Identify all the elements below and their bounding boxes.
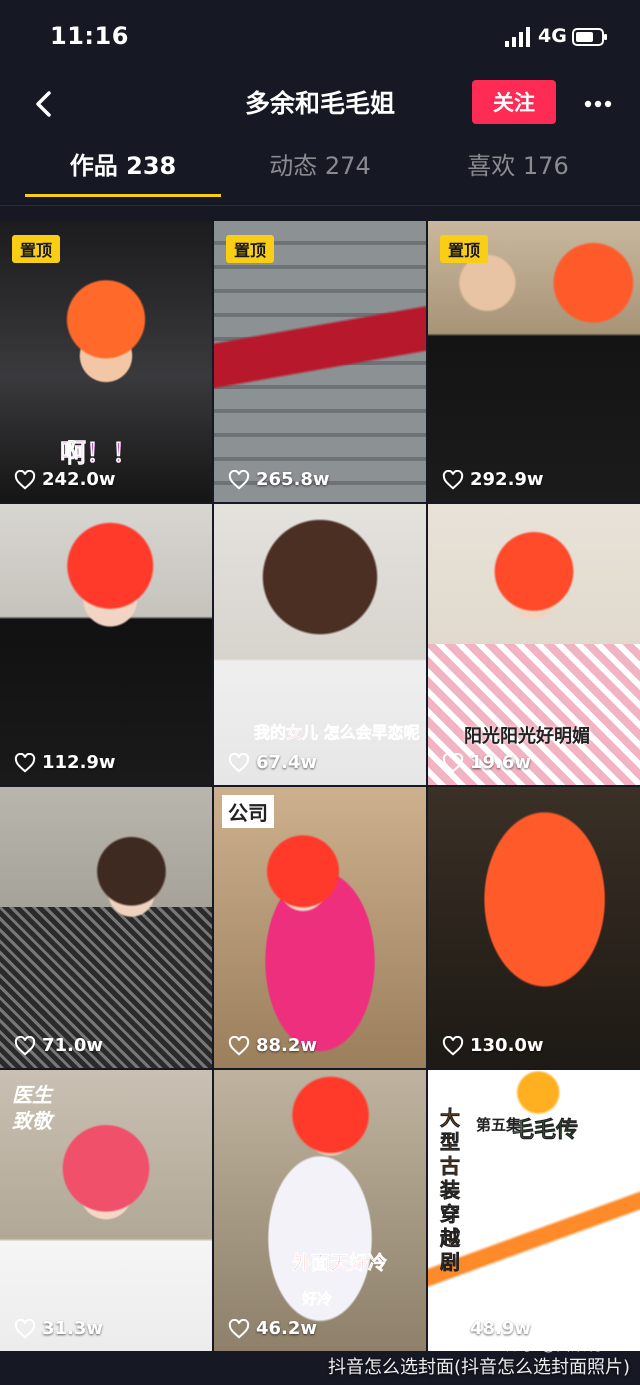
heart-icon: [228, 1035, 250, 1055]
like-count-value: 67.4w: [256, 752, 318, 773]
video-caption-secondary: 好冷: [302, 1290, 333, 1309]
thumbnail-image: [428, 221, 640, 502]
like-count: 130.0w: [442, 1035, 544, 1056]
chevron-left-icon: [36, 91, 51, 117]
heart-icon: [228, 469, 250, 489]
like-count: 242.0w: [14, 469, 116, 490]
heart-icon: [14, 469, 36, 489]
tab-indicator: [25, 194, 221, 197]
zhihu-watermark: 知乎 @酱梨说: [506, 1336, 601, 1354]
heart-icon: [14, 1035, 36, 1055]
like-count: 71.0w: [14, 1035, 103, 1056]
video-thumbnail[interactable]: 毛毛传 第五集 大型古装穿越剧 48.9w: [428, 1070, 640, 1351]
heart-icon: [442, 1318, 464, 1338]
like-count-value: 19.6w: [470, 752, 532, 773]
video-thumbnail[interactable]: 医生致敬 31.3w: [0, 1070, 212, 1351]
video-thumbnail[interactable]: 置顶 292.9w: [428, 221, 640, 502]
thumbnail-image: [428, 787, 640, 1068]
thumbnail-image: [214, 221, 426, 502]
like-count: 88.2w: [228, 1035, 317, 1056]
like-count-value: 130.0w: [470, 1035, 544, 1056]
video-thumbnail[interactable]: 置顶 啊！！ 242.0w: [0, 221, 212, 502]
video-caption: 啊！！: [60, 439, 139, 470]
heart-icon: [14, 1318, 36, 1338]
like-count: 19.6w: [442, 752, 531, 773]
follow-button[interactable]: 关注: [472, 80, 556, 124]
like-count-value: 46.2w: [256, 1318, 318, 1339]
like-count-value: 292.9w: [470, 469, 544, 490]
more-button[interactable]: [580, 84, 616, 124]
tabs-divider: [0, 205, 640, 206]
video-thumbnail[interactable]: 外面天好冷 好冷 46.2w: [214, 1070, 426, 1351]
video-caption: 我的女儿 怎么会早恋呢: [254, 723, 420, 743]
heart-icon: [442, 1035, 464, 1055]
like-count-value: 71.0w: [42, 1035, 104, 1056]
like-count: 31.3w: [14, 1318, 103, 1339]
heart-icon: [228, 752, 250, 772]
heart-icon: [442, 469, 464, 489]
status-time: 11:16: [50, 22, 129, 50]
video-caption: 外面天好冷: [292, 1252, 388, 1275]
video-caption-secondary: 第五集: [476, 1116, 522, 1134]
video-caption: 毛毛传: [512, 1118, 579, 1144]
thumbnail-image: [0, 787, 212, 1068]
like-count: 292.9w: [442, 469, 544, 490]
like-count: 112.9w: [14, 752, 116, 773]
pinned-badge: 置顶: [226, 235, 275, 263]
article-watermark: 抖音怎么选封面(抖音怎么选封面照片): [327, 1357, 630, 1378]
video-thumbnail[interactable]: 130.0w: [428, 787, 640, 1068]
pinned-badge: 置顶: [12, 235, 61, 263]
like-count-value: 112.9w: [42, 752, 116, 773]
sign-label: 公司: [222, 795, 274, 828]
video-thumbnail[interactable]: 公司 88.2w: [214, 787, 426, 1068]
like-count-value: 31.3w: [42, 1318, 104, 1339]
tab-likes[interactable]: 喜欢 176: [418, 140, 618, 192]
thumbnail-image: [0, 504, 212, 785]
heart-icon: [228, 1318, 250, 1338]
video-caption-tertiary: 大型古装穿越剧: [440, 1106, 461, 1275]
thumbnail-image: [214, 787, 426, 1068]
video-thumbnail[interactable]: 71.0w: [0, 787, 212, 1068]
profile-header: 多余和毛毛姐 关注: [0, 76, 640, 132]
network-label: 4G: [538, 25, 567, 47]
more-dots-icon: [584, 100, 612, 108]
battery-icon: [572, 28, 607, 46]
pinned-badge: 置顶: [440, 235, 489, 263]
like-count: 265.8w: [228, 469, 330, 490]
video-thumbnail[interactable]: 112.9w: [0, 504, 212, 785]
video-thumbnail[interactable]: 阳光阳光好明媚 19.6w: [428, 504, 640, 785]
like-count-value: 265.8w: [256, 469, 330, 490]
heart-icon: [14, 752, 36, 772]
like-count: 46.2w: [228, 1318, 317, 1339]
tab-works[interactable]: 作品 238: [23, 140, 223, 192]
profile-tabs: 作品 238 动态 274 喜欢 176: [0, 140, 640, 198]
like-count: 67.4w: [228, 752, 317, 773]
video-caption: 医生致敬: [12, 1083, 52, 1133]
status-bar: 11:16 4G: [0, 0, 640, 76]
video-thumbnail[interactable]: 置顶 265.8w: [214, 221, 426, 502]
tab-activity[interactable]: 动态 274: [220, 140, 420, 192]
like-count-value: 242.0w: [42, 469, 116, 490]
video-caption: 阳光阳光好明媚: [464, 726, 590, 747]
back-button[interactable]: [26, 84, 60, 124]
video-thumbnail[interactable]: 我的女儿 怎么会早恋呢 67.4w: [214, 504, 426, 785]
heart-icon: [442, 752, 464, 772]
signal-icon: [505, 27, 530, 47]
like-count-value: 88.2w: [256, 1035, 318, 1056]
